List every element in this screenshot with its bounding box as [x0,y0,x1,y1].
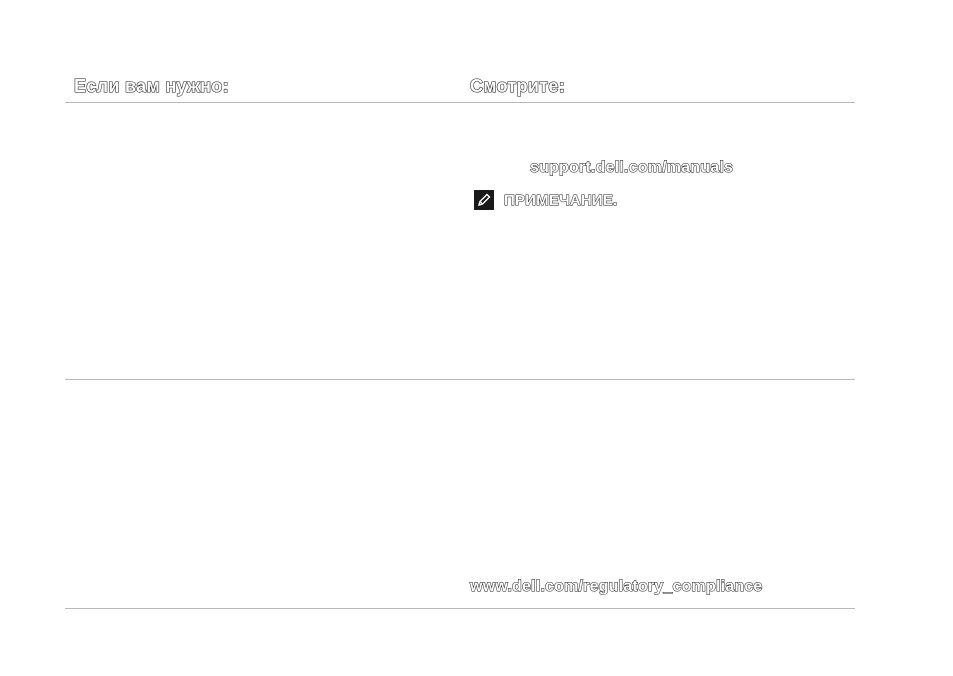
row-divider [65,379,855,380]
header-see: Смотрите: [469,75,566,96]
header-divider [65,102,855,103]
header-if-you-need: Если вам нужно: [73,75,229,96]
regulatory-compliance-link[interactable]: www.dell.com/regulatory_compliance [470,578,763,596]
note-callout: ПРИМЕЧАНИЕ. [474,190,618,210]
note-label: ПРИМЕЧАНИЕ. [503,191,618,209]
pencil-note-icon [474,190,494,210]
support-manuals-link[interactable]: support.dell.com/manuals [529,159,733,177]
table-bottom-divider [65,608,855,609]
